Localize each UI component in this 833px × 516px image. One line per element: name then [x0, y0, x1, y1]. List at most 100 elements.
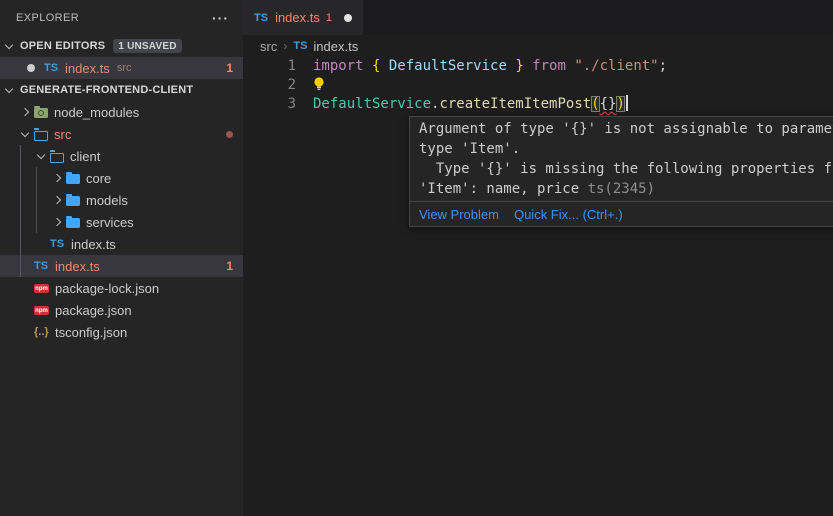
- chevron-right-icon[interactable]: [18, 101, 34, 123]
- chevron-right-icon[interactable]: [50, 167, 66, 189]
- breadcrumb-file[interactable]: index.ts: [313, 39, 358, 54]
- line-number: 2: [243, 76, 296, 95]
- error-message-line: Argument of type '{}' is not assignable …: [419, 119, 833, 139]
- editor-group: TS index.ts 1 src › TS index.ts 1import …: [243, 0, 833, 516]
- unsaved-dot-icon[interactable]: [344, 14, 352, 22]
- error-hover-tooltip: Argument of type '{}' is not assignable …: [409, 116, 833, 227]
- tree-item-package-lock.json[interactable]: npmpackage-lock.json: [0, 277, 243, 299]
- chevron-down-icon[interactable]: [18, 123, 34, 145]
- quick-fix-link[interactable]: Quick Fix... (Ctrl+.): [514, 207, 623, 222]
- open-editors-section-header[interactable]: OPEN EDITORS 1 UNSAVED: [0, 35, 243, 57]
- breadcrumb-separator-icon: ›: [283, 39, 287, 53]
- code-token: from: [524, 58, 575, 74]
- tree-item-label: src: [54, 127, 71, 142]
- chevron-right-icon[interactable]: [50, 211, 66, 233]
- folder-icon: [66, 218, 80, 228]
- typescript-file-icon: TS: [34, 260, 51, 272]
- code-token: ;: [659, 58, 667, 74]
- npm-file-icon: npm: [34, 306, 49, 315]
- error-text-segment: type 'Item'.: [419, 141, 520, 157]
- typescript-file-icon: TS: [254, 12, 268, 24]
- tab-error-count: 1: [326, 12, 332, 24]
- code-token: createItemItemPost: [439, 96, 591, 112]
- folder-open-icon: [34, 131, 48, 141]
- line-content: import { DefaultService } from "./client…: [296, 57, 667, 76]
- code-token: import: [313, 58, 372, 74]
- tree-item-label: package.json: [55, 303, 132, 318]
- explorer-title: EXPLORER: [16, 12, 79, 24]
- folder-open-icon: [50, 153, 64, 163]
- indent-guide: [36, 167, 37, 233]
- hover-actions: View Problem Quick Fix... (Ctrl+.): [410, 201, 833, 226]
- error-code-ref: ts(2345): [588, 181, 655, 197]
- code-token: ): [616, 96, 624, 112]
- line-content: DefaultService.createItemItemPost({}): [296, 95, 628, 114]
- code-line-2[interactable]: 2: [243, 76, 833, 95]
- code-line-1[interactable]: 1import { DefaultService } from "./clien…: [243, 57, 833, 76]
- breadcrumb-folder[interactable]: src: [260, 39, 277, 54]
- code-line-3[interactable]: 3DefaultService.createItemItemPost({}): [243, 95, 833, 114]
- text-cursor: [626, 95, 628, 111]
- error-text-segment: 'Item': name, price: [419, 181, 588, 197]
- code-area[interactable]: 1import { DefaultService } from "./clien…: [243, 57, 833, 114]
- tree-item-label: tsconfig.json: [55, 325, 127, 340]
- tab-title: index.ts: [275, 10, 320, 25]
- error-message: Argument of type '{}' is not assignable …: [410, 117, 833, 201]
- folder-icon: [66, 196, 80, 206]
- problems-dot-icon: [226, 131, 233, 138]
- error-count-badge: 1: [226, 259, 233, 273]
- node-modules-folder-icon: [34, 108, 48, 118]
- tree-item-label: index.ts: [71, 237, 116, 252]
- unsaved-count-badge: 1 UNSAVED: [113, 39, 181, 53]
- tab-index-ts[interactable]: TS index.ts 1: [243, 0, 363, 35]
- tab-bar: TS index.ts 1: [243, 0, 833, 35]
- tree-item-label: package-lock.json: [55, 281, 159, 296]
- tree-item-label: node_modules: [54, 105, 139, 120]
- lightbulb-icon[interactable]: [313, 77, 325, 93]
- tree-item-index.ts[interactable]: TS index.ts: [0, 233, 243, 255]
- chevron-down-icon[interactable]: [2, 79, 18, 101]
- tree-item-label: client: [70, 149, 100, 164]
- typescript-file-icon: TS: [44, 62, 61, 74]
- line-number: 3: [243, 95, 296, 114]
- chevron-down-icon[interactable]: [34, 145, 50, 167]
- tree-item-tsconfig.json[interactable]: {..} tsconfig.json: [0, 321, 243, 343]
- tree-item-label: services: [86, 215, 134, 230]
- tree-item-node_modules[interactable]: node_modules: [0, 101, 243, 123]
- modified-dot-icon[interactable]: [27, 64, 35, 72]
- error-message-line: 'Item': name, price ts(2345): [419, 179, 833, 199]
- breadcrumb: src › TS index.ts: [243, 35, 833, 57]
- chevron-right-icon[interactable]: [50, 189, 66, 211]
- view-problem-link[interactable]: View Problem: [419, 207, 499, 222]
- code-token: DefaultService: [389, 58, 507, 74]
- open-editor-item-index-ts[interactable]: TS index.ts src 1: [0, 57, 243, 79]
- open-editor-file-description: src: [117, 62, 132, 74]
- code-token: DefaultService: [313, 96, 431, 112]
- json-config-file-icon: {..}: [34, 326, 51, 338]
- chevron-down-icon[interactable]: [2, 35, 18, 57]
- tree-item-index.ts[interactable]: TS index.ts 1: [0, 255, 243, 277]
- error-message-line: type 'Item'.: [419, 139, 833, 159]
- explorer-header: EXPLORER ···: [0, 0, 243, 35]
- line-number: 1: [243, 57, 296, 76]
- views-and-more-actions-icon[interactable]: ···: [212, 10, 229, 26]
- typescript-file-icon: TS: [293, 40, 307, 52]
- error-text-segment: Argument of type '{}' is not assignable …: [419, 121, 833, 137]
- open-editors-label: OPEN EDITORS: [20, 40, 105, 52]
- code-token: (: [591, 96, 599, 112]
- project-section-header[interactable]: GENERATE-FRONTEND-CLIENT: [0, 79, 243, 101]
- code-token: "./client": [574, 58, 658, 74]
- code-token: }: [507, 58, 524, 74]
- tree-item-label: index.ts: [55, 259, 100, 274]
- vscode-window: EXPLORER ··· OPEN EDITORS 1 UNSAVED TS i…: [0, 0, 833, 516]
- folder-icon: [66, 174, 80, 184]
- typescript-file-icon: TS: [50, 238, 67, 250]
- tree-item-label: models: [86, 193, 128, 208]
- tree-item-src[interactable]: src: [0, 123, 243, 145]
- tree-item-client[interactable]: client: [0, 145, 243, 167]
- line-content: [296, 76, 325, 95]
- code-token: {}: [600, 96, 617, 112]
- error-text-segment: Type '{}' is missing the following prope…: [419, 161, 833, 177]
- project-root-label: GENERATE-FRONTEND-CLIENT: [20, 84, 193, 96]
- tree-item-package.json[interactable]: npm package.json: [0, 299, 243, 321]
